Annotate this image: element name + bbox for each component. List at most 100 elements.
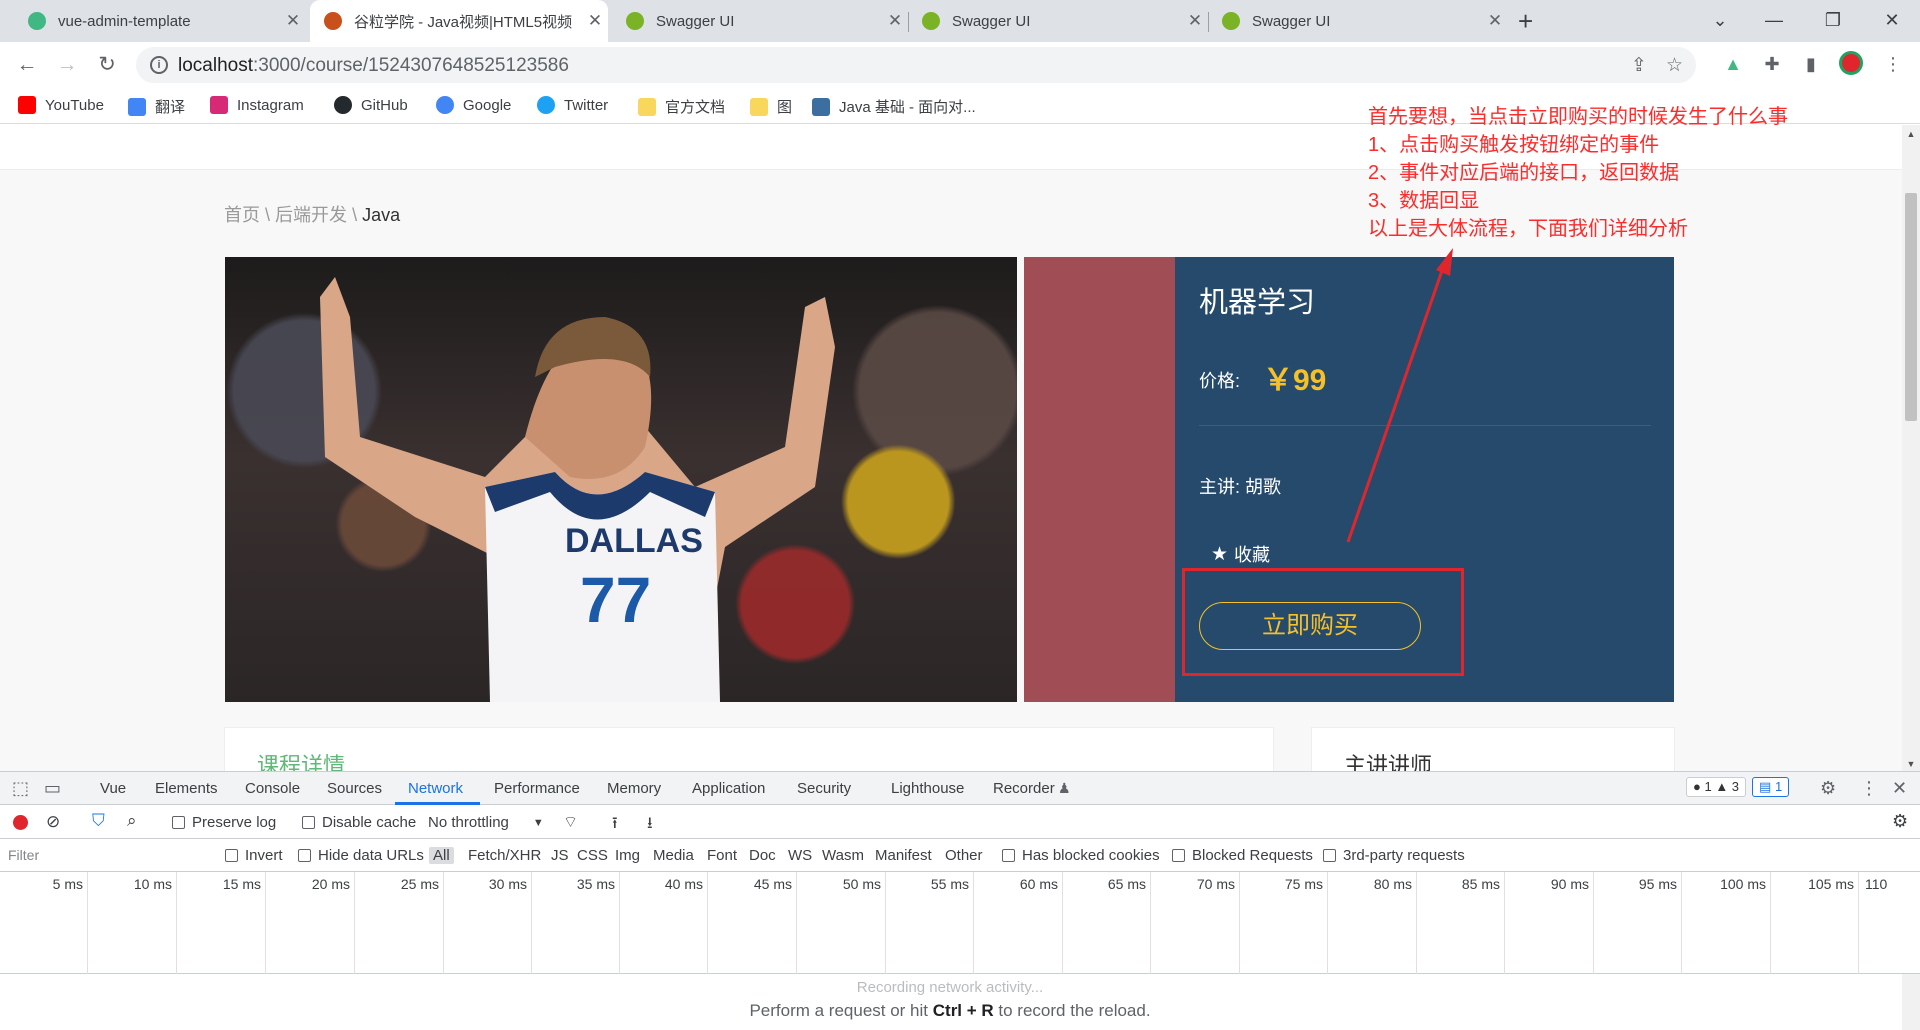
devtools-tab-memory[interactable]: Memory (607, 780, 661, 797)
inspect-element-icon[interactable]: ⬚ (12, 778, 29, 799)
filter-funnel-icon[interactable]: ⛉ (92, 811, 105, 831)
more-menu-icon[interactable]: ⋮ (1880, 51, 1906, 77)
import-har-icon[interactable]: ⭱ (612, 812, 618, 839)
close-tab-icon[interactable]: ✕ (882, 11, 908, 31)
devtools-tab-vue[interactable]: Vue (100, 780, 126, 797)
settings-gear-icon[interactable]: ⚙ (1820, 778, 1836, 799)
browser-tab[interactable]: vue-admin-template ✕ (0, 0, 306, 42)
address-bar[interactable]: i localhost:3000/course/1524307648525123… (136, 47, 1696, 83)
filter-css[interactable]: CSS (577, 847, 608, 864)
bookmark-folder-docs[interactable]: 官方文档 (638, 96, 725, 117)
bookmark-github[interactable]: GitHub (334, 96, 408, 114)
side-panel-icon[interactable]: ▮ (1798, 51, 1824, 77)
record-button[interactable] (13, 815, 28, 830)
bookmark-google[interactable]: Google (436, 96, 511, 114)
breadcrumb-home[interactable]: 首页 (224, 205, 260, 225)
browser-tab[interactable]: Swagger UI ✕ (612, 0, 908, 42)
recorder-flask-icon: ♟ (1058, 780, 1071, 796)
disable-cache-checkbox[interactable]: Disable cache (302, 814, 416, 831)
course-detail-title[interactable]: 课程详情 (257, 748, 345, 771)
filter-img[interactable]: Img (615, 847, 640, 864)
bookmark-star-icon[interactable]: ☆ (1666, 54, 1683, 77)
devtools-tab-sources[interactable]: Sources (327, 780, 382, 797)
filter-media[interactable]: Media (653, 847, 694, 864)
network-settings-icon[interactable]: ⚙ (1892, 811, 1908, 832)
bookmark-youtube[interactable]: YouTube (18, 96, 104, 114)
bookmark-java-basics[interactable]: Java 基础 - 面向对... (812, 96, 976, 117)
bookmark-twitter[interactable]: Twitter (537, 96, 608, 114)
network-overview-timeline[interactable]: 5 ms 10 ms 15 ms 20 ms 25 ms 30 ms 35 ms… (0, 872, 1920, 974)
extensions-puzzle-icon[interactable]: ✚ (1759, 51, 1785, 77)
devtools-tab-application[interactable]: Application (692, 780, 765, 797)
checkbox-box (302, 816, 315, 829)
third-party-requests-checkbox[interactable]: 3rd-party requests (1323, 847, 1465, 864)
close-tab-icon[interactable]: ✕ (1482, 11, 1508, 31)
scrollbar-thumb[interactable] (1905, 193, 1917, 421)
bookmark-label: GitHub (361, 96, 408, 114)
tab-search-icon[interactable]: ⌄ (1692, 0, 1748, 42)
devtools-tab-performance[interactable]: Performance (494, 780, 580, 797)
close-tab-icon[interactable]: ✕ (1182, 11, 1208, 31)
forward-icon[interactable]: → (52, 50, 82, 80)
profile-avatar[interactable] (1838, 51, 1864, 77)
has-blocked-cookies-checkbox[interactable]: Has blocked cookies (1002, 847, 1160, 864)
issue-badges[interactable]: ● 1 ▲ 3 ▤ 1 (1686, 777, 1790, 797)
filter-all[interactable]: All (429, 847, 454, 864)
site-info-icon[interactable]: i (150, 56, 168, 74)
network-conditions-icon[interactable]: ⌔ (563, 812, 578, 832)
back-icon[interactable]: ← (12, 50, 42, 80)
hide-data-urls-checkbox[interactable]: Hide data URLs (298, 847, 424, 864)
error-warning-badge[interactable]: ● 1 ▲ 3 (1686, 777, 1747, 797)
filter-ws[interactable]: WS (788, 847, 812, 864)
share-icon[interactable]: ⇪ (1631, 54, 1647, 77)
preserve-log-checkbox[interactable]: Preserve log (172, 814, 276, 831)
bookmark-folder-images[interactable]: 图 (750, 96, 792, 117)
filter-font[interactable]: Font (707, 847, 737, 864)
annotation-line: 2、事件对应后端的接口，返回数据 (1368, 162, 1680, 184)
export-har-icon[interactable]: ⭳ (647, 812, 653, 839)
throttling-select[interactable]: No throttling ▼ (428, 814, 544, 831)
scroll-up-icon[interactable]: ▲ (1902, 129, 1920, 139)
filter-wasm[interactable]: Wasm (822, 847, 864, 864)
bookmark-instagram[interactable]: Instagram (210, 96, 304, 114)
invert-checkbox[interactable]: Invert (225, 847, 283, 864)
collect-button[interactable]: ★ 收藏 (1211, 541, 1270, 567)
restore-icon[interactable]: ❐ (1805, 0, 1861, 42)
browser-tab[interactable]: Swagger UI ✕ (912, 0, 1208, 42)
close-window-icon[interactable]: ✕ (1864, 0, 1920, 42)
devtools-tab-console[interactable]: Console (245, 780, 300, 797)
devtools-tab-bar: ⬚ ▭ Vue Elements Console Sources Network… (0, 772, 1920, 805)
filter-manifest[interactable]: Manifest (875, 847, 932, 864)
devtools-tab-recorder[interactable]: Recorder (993, 780, 1055, 797)
filter-doc[interactable]: Doc (749, 847, 776, 864)
close-tab-icon[interactable]: ✕ (582, 11, 608, 31)
filter-input[interactable]: Filter (0, 844, 210, 866)
close-tab-icon[interactable]: ✕ (280, 11, 306, 31)
bookmark-translate[interactable]: 翻译 (128, 96, 185, 117)
devtools-scrollbar[interactable] (1902, 974, 1920, 1030)
devtools-more-icon[interactable]: ⋮ (1860, 778, 1878, 799)
filter-js[interactable]: JS (551, 847, 569, 864)
page-scrollbar[interactable]: ▲ ▼ (1902, 125, 1920, 771)
devtools-tab-security[interactable]: Security (797, 780, 851, 797)
new-tab-icon[interactable]: + (1518, 6, 1533, 37)
device-toolbar-icon[interactable]: ▭ (44, 778, 61, 799)
browser-tab-active[interactable]: 谷粒学院 - Java视频|HTML5视频 ✕ (310, 0, 608, 42)
filter-other[interactable]: Other (945, 847, 983, 864)
scroll-down-icon[interactable]: ▼ (1902, 759, 1920, 769)
devtools-tab-elements[interactable]: Elements (155, 780, 218, 797)
youtube-icon (18, 96, 36, 114)
message-badge[interactable]: ▤ 1 (1752, 777, 1790, 797)
breadcrumb-category[interactable]: 后端开发 (275, 205, 347, 225)
browser-tab[interactable]: Swagger UI ✕ (1212, 0, 1508, 42)
devtools-tab-network[interactable]: Network (408, 780, 463, 797)
close-devtools-icon[interactable]: ✕ (1892, 778, 1907, 799)
minimize-icon[interactable]: — (1746, 0, 1802, 42)
search-icon[interactable]: ⌕ (127, 811, 137, 831)
vue-devtools-ext-icon[interactable]: ▲ (1720, 51, 1746, 77)
clear-icon[interactable]: ⊘ (46, 812, 60, 832)
blocked-requests-checkbox[interactable]: Blocked Requests (1172, 847, 1313, 864)
devtools-tab-lighthouse[interactable]: Lighthouse (891, 780, 964, 797)
filter-fetch-xhr[interactable]: Fetch/XHR (468, 847, 541, 864)
reload-icon[interactable]: ↻ (92, 50, 122, 80)
